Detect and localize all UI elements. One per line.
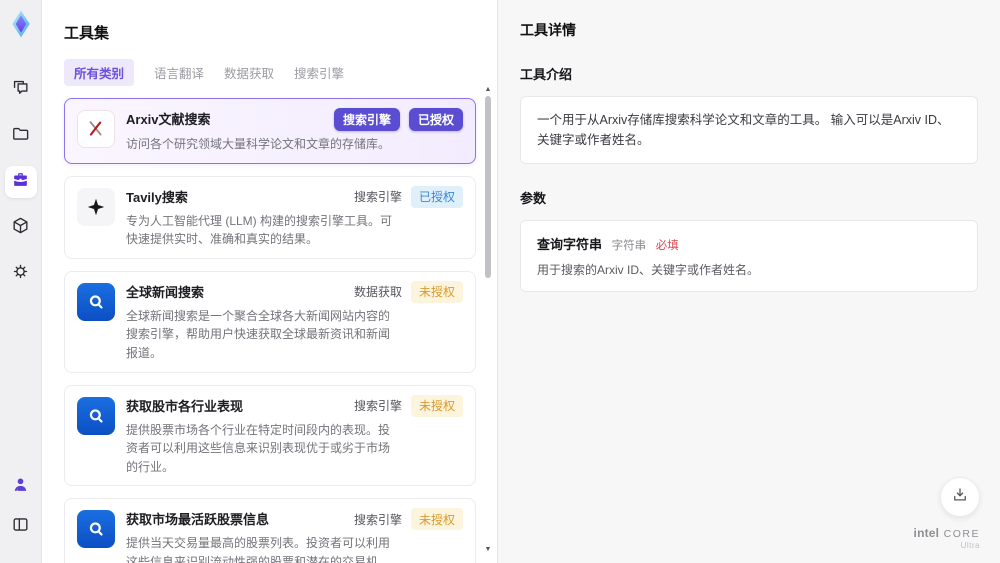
tool-tags: 搜索引擎 已授权	[353, 185, 463, 208]
tool-card[interactable]: 获取股市各行业表现 搜索引擎 未授权 提供股票市场各个行业在特定时间段内的表现。…	[64, 384, 476, 487]
sidebar-item-settings[interactable]	[5, 258, 37, 290]
tool-name: 获取股市各行业表现	[126, 398, 244, 414]
news-search-logo-icon	[89, 408, 103, 423]
tool-card[interactable]: 全球新闻搜索 数据获取 未授权 全球新闻搜索是一个聚合全球各大新闻网站内容的搜索…	[64, 270, 476, 373]
tool-tags: 搜索引擎 已授权	[333, 108, 463, 131]
user-icon	[11, 475, 30, 499]
download-button[interactable]	[940, 477, 980, 517]
tool-card[interactable]: Arxiv文献搜索 搜索引擎 已授权 访问各个研究领域大量科学论文和文章的存储库…	[64, 98, 476, 164]
tool-auth-badge[interactable]: 已授权	[408, 108, 463, 131]
tab-language-translation[interactable]: 语言翻译	[154, 59, 204, 86]
tool-tags: 搜索引擎 未授权	[353, 394, 463, 417]
tool-category-tag: 搜索引擎	[353, 190, 402, 205]
intel-core-logo: intel CORE Ultra	[914, 524, 980, 551]
news-search-logo-icon	[89, 295, 103, 309]
tool-list: Arxiv文献搜索 搜索引擎 已授权 访问各个研究领域大量科学论文和文章的存储库…	[64, 98, 476, 563]
page-title: 工具集	[64, 25, 110, 42]
params-heading: 参数	[520, 191, 547, 206]
tool-description: 访问各个研究领域大量科学论文和文章的存储库。	[126, 137, 391, 151]
news-icon	[77, 510, 115, 549]
tool-category-tag: 搜索引擎	[333, 108, 400, 131]
news-search-logo-icon	[89, 522, 103, 536]
param-description: 用于搜索的Arxiv ID、关键字或作者姓名。	[537, 263, 760, 277]
rail-bottom	[5, 471, 37, 551]
news-icon	[77, 282, 115, 321]
tool-name: Arxiv文献搜索	[126, 112, 211, 127]
detail-title: 工具详情	[520, 22, 576, 38]
app-window: 工具集 所有类别 语言翻译 数据获取 搜索引擎 Arxiv文献搜索 搜索引擎 已…	[0, 0, 1000, 563]
intro-text: 一个用于从Arxiv存储库搜索科学论文和文章的工具。 输入可以是Arxiv ID…	[537, 113, 950, 147]
tab-all-categories[interactable]: 所有类别	[64, 59, 135, 86]
tavily-star-icon	[87, 198, 105, 215]
tool-auth-badge[interactable]: 未授权	[410, 280, 463, 303]
sidebar-item-files[interactable]	[5, 120, 37, 152]
sidebar-item-account[interactable]	[5, 471, 37, 503]
param-row: 查询字符串 字符串 必填	[537, 234, 961, 253]
tab-search-engine[interactable]: 搜索引擎	[294, 59, 344, 86]
folder-icon	[11, 124, 30, 148]
tool-description: 专为人工智能代理 (LLM) 构建的搜索引擎工具。可快速提供实时、准确和真实的结…	[126, 213, 393, 247]
brand-ultra: Ultra	[960, 541, 980, 551]
tool-card[interactable]: Tavily搜索 搜索引擎 已授权 专为人工智能代理 (LLM) 构建的搜索引擎…	[64, 175, 476, 259]
tool-list-pane: 工具集 所有类别 语言翻译 数据获取 搜索引擎 Arxiv文献搜索 搜索引擎 已…	[42, 0, 497, 563]
chat-icon	[11, 78, 30, 102]
category-tabs: 所有类别 语言翻译 数据获取 搜索引擎	[64, 59, 497, 86]
tavily-icon	[77, 187, 115, 226]
left-rail	[0, 0, 42, 563]
param-required-badge: 必填	[655, 240, 679, 252]
tool-category-tag: 搜索引擎	[353, 512, 402, 527]
tool-description: 全球新闻搜索是一个聚合全球各大新闻网站内容的搜索引擎，帮助用户快速获取全球最新资…	[126, 308, 391, 360]
tool-auth-badge[interactable]: 未授权	[410, 394, 463, 417]
cube-icon	[11, 216, 30, 240]
tool-auth-badge[interactable]: 已授权	[410, 185, 463, 208]
param-box: 查询字符串 字符串 必填 用于搜索的Arxiv ID、关键字或作者姓名。	[520, 220, 978, 292]
tool-description: 提供股票市场各个行业在特定时间段内的表现。投资者可以利用这些信息来识别表现优于或…	[126, 422, 391, 474]
list-scrollbar: ▲ ▼	[484, 86, 492, 553]
gear-icon	[11, 262, 30, 286]
brand-intel: intel	[913, 525, 940, 540]
tool-description: 提供当天交易量最高的股票列表。投资者可以利用这些信息来识别流动性强的股票和潜在的…	[126, 536, 391, 563]
toolbox-icon	[11, 170, 30, 194]
tool-tags: 搜索引擎 未授权	[353, 508, 463, 531]
intro-heading: 工具介绍	[520, 67, 573, 82]
download-icon	[951, 486, 969, 509]
panel-layout-icon	[11, 515, 30, 539]
param-name: 查询字符串	[537, 237, 603, 252]
tool-tags: 数据获取 未授权	[353, 280, 463, 303]
intro-box: 一个用于从Arxiv存储库搜索科学论文和文章的工具。 输入可以是Arxiv ID…	[520, 96, 978, 164]
tool-name: 全球新闻搜索	[126, 284, 205, 300]
tool-category-tag: 搜索引擎	[353, 399, 402, 414]
brand-core: CORE	[943, 527, 980, 540]
sidebar-item-toolbox[interactable]	[4, 166, 37, 198]
news-icon	[77, 396, 115, 435]
arxiv-logo-icon	[89, 121, 102, 136]
sidebar-item-packages[interactable]	[5, 212, 37, 244]
scrollbar-thumb[interactable]	[485, 96, 491, 278]
tool-name: 获取市场最活跃股票信息	[126, 512, 270, 528]
scroll-up-arrow[interactable]: ▲	[484, 86, 492, 93]
arxiv-icon	[77, 110, 115, 148]
tool-card[interactable]: 获取市场最活跃股票信息 搜索引擎 未授权 提供当天交易量最高的股票列表。投资者可…	[64, 498, 476, 563]
sidebar-item-collapse-panel[interactable]	[5, 511, 37, 543]
sidebar-item-chat[interactable]	[5, 74, 37, 106]
tool-name: Tavily搜索	[126, 189, 188, 205]
param-type: 字符串	[611, 240, 647, 252]
tool-category-tag: 数据获取	[353, 285, 402, 300]
scroll-down-arrow[interactable]: ▼	[484, 546, 492, 553]
tool-detail-pane: 工具详情 工具介绍 一个用于从Arxiv存储库搜索科学论文和文章的工具。 输入可…	[497, 0, 1000, 563]
tool-auth-badge[interactable]: 未授权	[410, 508, 463, 531]
tab-data-acquisition[interactable]: 数据获取	[224, 59, 274, 86]
app-logo	[7, 10, 35, 38]
